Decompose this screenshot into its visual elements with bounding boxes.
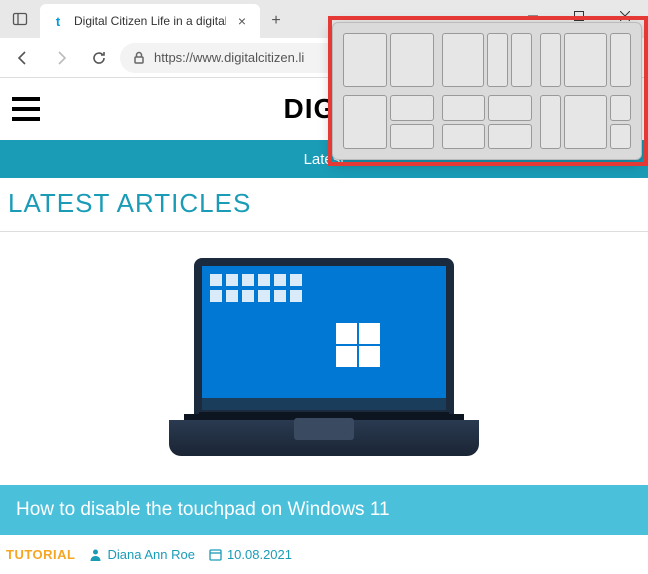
new-tab-button[interactable]: + [260,4,292,38]
tab-favicon-icon: t [50,13,66,29]
snap-layout-option[interactable] [540,95,631,149]
article-author[interactable]: Diana Ann Roe [89,547,194,562]
close-icon[interactable]: × [234,13,250,29]
section-title: LATEST ARTICLES [0,178,648,231]
url-text: https://www.digitalcitizen.li [154,50,304,65]
browser-tab[interactable]: t Digital Citizen Life in a digital wo × [40,4,260,38]
back-button[interactable] [6,42,40,74]
lock-icon [132,51,146,65]
laptop-illustration [169,258,479,468]
divider [0,231,648,232]
article-image[interactable] [0,240,648,485]
article-title[interactable]: How to disable the touchpad on Windows 1… [0,485,648,535]
snap-layout-option[interactable] [442,95,533,149]
snap-layouts-flyout [332,22,642,160]
article-meta: TUTORIAL Diana Ann Roe 10.08.2021 [0,535,648,574]
refresh-button[interactable] [82,42,116,74]
snap-layout-option[interactable] [343,95,434,149]
menu-button[interactable] [12,97,48,121]
tab-title: Digital Citizen Life in a digital wo [74,14,226,28]
snap-layout-option[interactable] [343,33,434,87]
person-icon [89,548,102,561]
article-category[interactable]: TUTORIAL [6,547,75,562]
snap-layout-option[interactable] [540,33,631,87]
snap-layout-option[interactable] [442,33,533,87]
forward-button[interactable] [44,42,78,74]
article-date: 10.08.2021 [209,547,292,562]
calendar-icon [209,548,222,561]
tab-actions-button[interactable] [0,0,40,38]
